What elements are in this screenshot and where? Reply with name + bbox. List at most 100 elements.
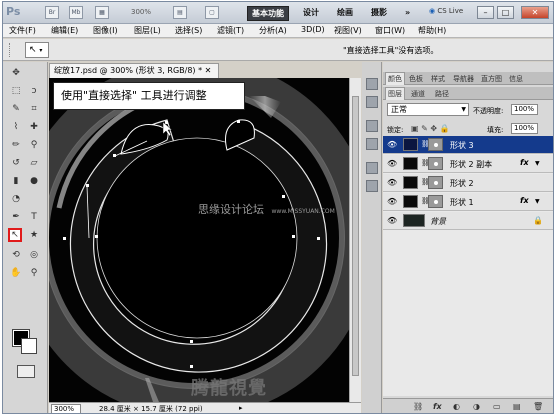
- layer-row-shape2[interactable]: 👁 ⛓ 形状 2: [383, 174, 553, 192]
- workspace-design[interactable]: 设计: [299, 6, 323, 21]
- link-layers-icon[interactable]: ⛓: [413, 402, 423, 411]
- fx-icon[interactable]: fx: [520, 196, 529, 205]
- eye-icon[interactable]: 👁: [387, 197, 397, 206]
- bridge-icon[interactable]: Br: [45, 6, 59, 19]
- clone-stamp-tool-icon[interactable]: ⚲: [27, 138, 41, 152]
- tab-styles[interactable]: 样式: [429, 73, 447, 85]
- anchor-point[interactable]: [292, 235, 295, 238]
- canvas[interactable]: 思缘设计论坛 www.MISSYUAN.COM 腾龍視覺WWW.TLVI.NET: [49, 78, 349, 402]
- anchor-point[interactable]: [113, 154, 116, 157]
- mini-bridge-icon[interactable]: Mb: [69, 6, 83, 19]
- 3d-orbit-tool-icon[interactable]: ◎: [27, 248, 41, 262]
- scrollbar-thumb[interactable]: [352, 96, 359, 376]
- anchor-point[interactable]: [237, 120, 240, 123]
- chevron-down-icon[interactable]: ▼: [535, 198, 540, 205]
- tab-channels[interactable]: 通道: [409, 88, 427, 100]
- type-tool-icon[interactable]: T: [27, 210, 41, 224]
- menu-analysis[interactable]: 分析(A): [259, 25, 287, 36]
- menu-file[interactable]: 文件(F): [9, 25, 36, 36]
- new-group-icon[interactable]: ▭: [493, 402, 501, 411]
- healing-brush-tool-icon[interactable]: ✚: [27, 120, 41, 134]
- status-zoom[interactable]: 300%: [51, 404, 81, 413]
- history-brush-tool-icon[interactable]: ↺: [9, 156, 23, 170]
- add-mask-icon[interactable]: ◐: [453, 402, 460, 411]
- lock-icons[interactable]: ▣ ✎ ✥ 🔒: [411, 124, 450, 133]
- actions-panel-icon[interactable]: [366, 96, 378, 108]
- tab-info[interactable]: 信息: [507, 73, 525, 85]
- restore-button[interactable]: □: [497, 6, 514, 19]
- eye-icon[interactable]: 👁: [387, 140, 397, 149]
- masks-panel-icon[interactable]: [366, 138, 378, 150]
- quick-select-tool-icon[interactable]: ✎: [9, 102, 23, 116]
- eraser-tool-icon[interactable]: ▱: [27, 156, 41, 170]
- add-style-icon[interactable]: fx: [433, 402, 442, 411]
- paragraph-panel-icon[interactable]: [366, 180, 378, 192]
- fx-icon[interactable]: fx: [520, 158, 529, 167]
- tab-color[interactable]: 颜色: [385, 72, 405, 85]
- anchor-point[interactable]: [317, 237, 320, 240]
- anchor-point[interactable]: [63, 237, 66, 240]
- blend-mode-select[interactable]: 正常 ▼: [387, 103, 469, 116]
- opacity-input[interactable]: 100%: [511, 104, 538, 115]
- workspace-photography[interactable]: 摄影: [367, 6, 391, 21]
- minimize-button[interactable]: –: [477, 6, 494, 19]
- vertical-scrollbar[interactable]: [349, 78, 361, 402]
- zoom-tool-icon[interactable]: ⚲: [27, 266, 41, 280]
- tab-swatches[interactable]: 色板: [407, 73, 425, 85]
- cs-live-button[interactable]: ◉ CS Live: [429, 7, 463, 15]
- anchor-point[interactable]: [95, 235, 98, 238]
- menu-3d[interactable]: 3D(D): [301, 25, 325, 34]
- tool-preset-picker[interactable]: ↖ ▾: [25, 42, 49, 58]
- eye-icon[interactable]: 👁: [387, 178, 397, 187]
- anchor-point[interactable]: [190, 365, 193, 368]
- character-panel-icon[interactable]: [366, 162, 378, 174]
- document-tab[interactable]: 绽放17.psd @ 300% (形状 3, RGB/8) * ✕: [49, 63, 219, 78]
- zoom-level[interactable]: 300%: [131, 8, 151, 16]
- menu-view[interactable]: 视图(V): [334, 25, 362, 36]
- tab-histogram[interactable]: 直方图: [479, 73, 504, 85]
- fill-input[interactable]: 100%: [511, 123, 538, 134]
- adjustments-panel-icon[interactable]: [366, 120, 378, 132]
- menu-image[interactable]: 图像(I): [93, 25, 118, 36]
- dodge-tool-icon[interactable]: ◔: [9, 192, 23, 206]
- quick-mask-button[interactable]: [17, 365, 35, 378]
- workspace-more[interactable]: »: [401, 6, 414, 21]
- menu-window[interactable]: 窗口(W): [375, 25, 405, 36]
- anchor-point[interactable]: [86, 184, 89, 187]
- background-color-swatch[interactable]: [21, 338, 37, 354]
- screen-mode-icon[interactable]: ▢: [205, 6, 219, 19]
- layer-row-shape1[interactable]: 👁 ⛓ 形状 1 fx ▼: [383, 193, 553, 211]
- layer-row-background[interactable]: 👁 背景 🔒: [383, 212, 553, 230]
- direct-selection-tool-icon[interactable]: ↖: [8, 228, 22, 242]
- new-layer-icon[interactable]: ▤: [513, 402, 521, 411]
- pen-tool-icon[interactable]: ✒: [9, 210, 23, 224]
- close-button[interactable]: ✕: [521, 6, 549, 19]
- workspace-painting[interactable]: 绘画: [333, 6, 357, 21]
- tab-layers[interactable]: 图层: [385, 87, 405, 100]
- marquee-tool-icon[interactable]: ⬚: [9, 84, 23, 98]
- tab-paths[interactable]: 路径: [433, 88, 451, 100]
- eye-icon[interactable]: 👁: [387, 159, 397, 168]
- workspace-essentials[interactable]: 基本功能: [247, 6, 289, 21]
- hand-tool-icon[interactable]: ✋: [9, 266, 23, 280]
- blur-tool-icon[interactable]: ●: [27, 174, 41, 188]
- eyedropper-tool-icon[interactable]: ⌇: [9, 120, 23, 134]
- lasso-tool-icon[interactable]: ↄ: [27, 84, 41, 98]
- view-extras-icon[interactable]: ▦: [95, 6, 109, 19]
- trash-icon[interactable]: 🗑: [533, 402, 543, 411]
- menu-edit[interactable]: 编辑(E): [51, 25, 78, 36]
- move-tool-icon[interactable]: ✥: [9, 66, 23, 80]
- adjustment-layer-icon[interactable]: ◑: [473, 402, 480, 411]
- chevron-down-icon[interactable]: ▼: [535, 160, 540, 167]
- 3d-rotate-tool-icon[interactable]: ⟲: [9, 248, 23, 262]
- crop-tool-icon[interactable]: ⌗: [27, 102, 41, 116]
- menu-filter[interactable]: 滤镜(T): [217, 25, 244, 36]
- anchor-point[interactable]: [165, 121, 168, 124]
- layer-row-shape3[interactable]: 👁 ⛓ 形状 3: [383, 136, 553, 154]
- custom-shape-tool-icon[interactable]: ★: [27, 228, 41, 242]
- history-panel-icon[interactable]: [366, 78, 378, 90]
- tab-navigator[interactable]: 导航器: [451, 73, 476, 85]
- menu-help[interactable]: 帮助(H): [418, 25, 446, 36]
- brush-tool-icon[interactable]: ✏: [9, 138, 23, 152]
- anchor-point[interactable]: [190, 340, 193, 343]
